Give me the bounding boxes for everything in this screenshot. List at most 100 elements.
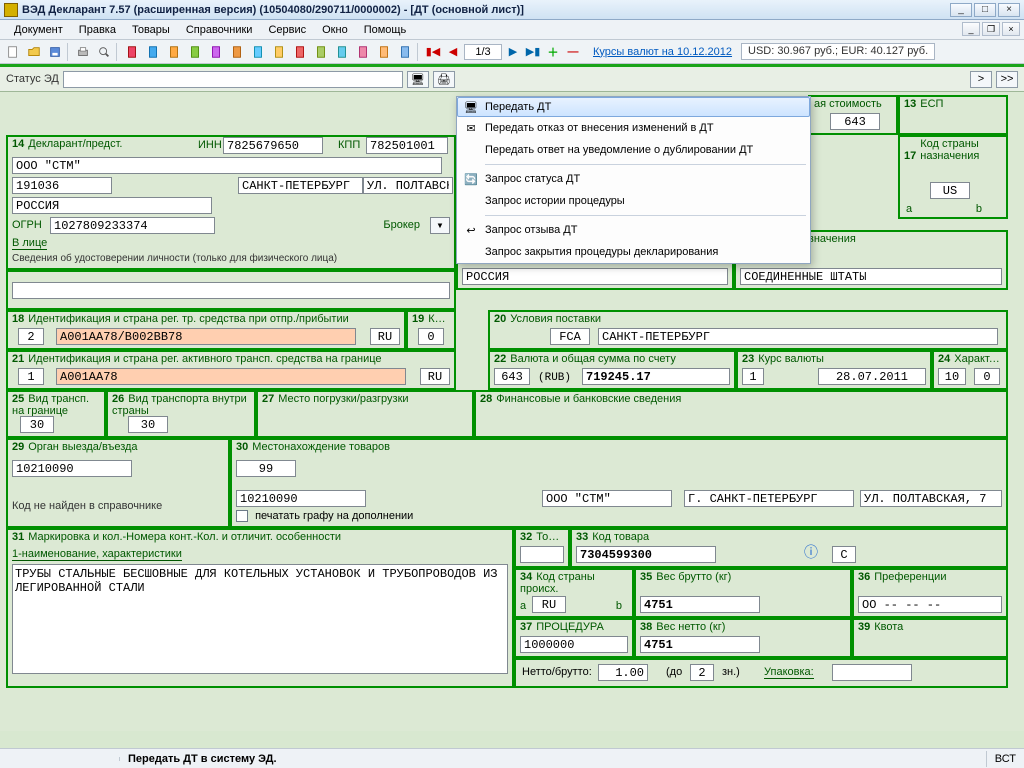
pm-recall-req[interactable]: ↩ Запрос отзыва ДТ [457, 219, 810, 241]
del-page-icon[interactable]: — [564, 43, 582, 61]
cell19-input[interactable] [418, 328, 444, 345]
cell22-val3[interactable] [582, 368, 730, 385]
menu-document[interactable]: Документ [6, 22, 71, 38]
cell18-field3[interactable] [370, 328, 400, 345]
first-page-icon[interactable]: ▮◀ [424, 43, 442, 61]
tb-doc10-icon[interactable] [312, 43, 330, 61]
add-page-icon[interactable]: ＋ [544, 43, 562, 61]
tb-doc13-icon[interactable] [375, 43, 393, 61]
cell24-val1[interactable] [938, 368, 966, 385]
cell22-val1[interactable] [494, 368, 530, 385]
tb-doc11-icon[interactable] [333, 43, 351, 61]
cell32-input[interactable] [520, 546, 564, 563]
cell30-v2[interactable] [236, 490, 366, 507]
prev-page-icon[interactable]: ◀ [444, 43, 462, 61]
tb-new-icon[interactable] [4, 43, 22, 61]
cell18-field2[interactable] [56, 328, 356, 345]
cell23-val1[interactable] [742, 368, 764, 385]
ogrn-input[interactable] [50, 217, 215, 234]
do-input[interactable] [690, 664, 714, 681]
ed-status-btn1[interactable]: 🖥 [407, 71, 429, 88]
ed-status-input[interactable] [63, 71, 403, 88]
addr-input[interactable] [363, 177, 453, 194]
tb-doc7-icon[interactable] [249, 43, 267, 61]
pm-send-dup-answer[interactable]: Передать ответ на уведомление о дублиров… [457, 139, 810, 161]
postal-input[interactable] [12, 177, 112, 194]
cell24-val2[interactable] [974, 368, 1000, 385]
tb-doc14-icon[interactable] [396, 43, 414, 61]
pm-history-req[interactable]: Запрос истории процедуры [457, 190, 810, 212]
cell33-info-icon[interactable]: ⓘ [804, 542, 818, 562]
cell29-input[interactable] [12, 460, 132, 477]
menu-refs[interactable]: Справочники [178, 22, 261, 38]
close-button[interactable]: × [998, 3, 1020, 17]
tb-doc6-icon[interactable] [228, 43, 246, 61]
cell30-v3[interactable] [542, 490, 672, 507]
next-page-icon[interactable]: ▶ [504, 43, 522, 61]
pack-link[interactable]: Упаковка: [764, 666, 814, 679]
cell18-field1[interactable] [18, 328, 44, 345]
cell34-input[interactable] [532, 596, 566, 613]
identity-input[interactable] [12, 282, 450, 299]
rates-link[interactable]: Курсы валют на 10.12.2012 [593, 46, 732, 58]
inperson-link[interactable]: В лице [12, 237, 47, 250]
mdi-restore-button[interactable]: ❐ [982, 22, 1000, 36]
cell33-sub[interactable] [832, 546, 856, 563]
company-input[interactable] [12, 157, 442, 174]
cell21-field2[interactable] [56, 368, 406, 385]
pm-send-dt[interactable]: 🖥 Передать ДТ [457, 97, 810, 117]
pm-send-refuse[interactable]: ✉ Передать отказ от внесения изменений в… [457, 117, 810, 139]
ed-nav-last[interactable]: >> [996, 71, 1018, 88]
cell33-input[interactable] [576, 546, 716, 563]
tb-open-icon[interactable] [25, 43, 43, 61]
cell20-val2[interactable] [598, 328, 998, 345]
cell30-checkbox[interactable] [236, 510, 248, 522]
last-page-icon[interactable]: ▶▮ [524, 43, 542, 61]
mdi-minimize-button[interactable]: _ [962, 22, 980, 36]
cell17-input[interactable] [740, 268, 1002, 285]
tb-preview-icon[interactable] [95, 43, 113, 61]
maximize-button[interactable]: □ [974, 3, 996, 17]
netto-input[interactable] [598, 664, 648, 681]
tb-doc8-icon[interactable] [270, 43, 288, 61]
cell30-v1[interactable] [236, 460, 296, 477]
inn-input[interactable] [223, 137, 323, 151]
menu-window[interactable]: Окно [314, 22, 356, 38]
tb-doc5-icon[interactable] [207, 43, 225, 61]
cell26-input[interactable] [128, 416, 168, 433]
mdi-close-button[interactable]: × [1002, 22, 1020, 36]
city-input[interactable] [238, 177, 363, 194]
country-input[interactable] [12, 197, 212, 214]
cell30-v4[interactable] [684, 490, 854, 507]
cell35-input[interactable] [640, 596, 760, 613]
cell37-input[interactable] [520, 636, 628, 653]
tb-doc9-icon[interactable] [291, 43, 309, 61]
pack-input[interactable] [832, 664, 912, 681]
broker-button[interactable]: ▾ [430, 217, 450, 234]
cell31-text[interactable] [12, 564, 508, 674]
esp-top-input[interactable] [830, 113, 880, 130]
kpp-input[interactable] [366, 137, 448, 151]
menu-edit[interactable]: Правка [71, 22, 124, 38]
cell21-field1[interactable] [18, 368, 44, 385]
menu-goods[interactable]: Товары [124, 22, 178, 38]
ed-status-btn2[interactable]: 🖨 [433, 71, 455, 88]
cell21-field3[interactable] [420, 368, 450, 385]
tb-doc2-icon[interactable] [144, 43, 162, 61]
tb-save-icon[interactable] [46, 43, 64, 61]
menu-help[interactable]: Помощь [356, 22, 415, 38]
cell31-sublink[interactable]: 1-наименование, характеристики [12, 548, 182, 561]
minimize-button[interactable]: _ [950, 3, 972, 17]
menu-service[interactable]: Сервис [260, 22, 314, 38]
page-counter[interactable]: 1/3 [464, 44, 502, 60]
cell30-v5[interactable] [860, 490, 1002, 507]
ed-nav-prev[interactable]: > [970, 71, 992, 88]
tb-print-icon[interactable] [74, 43, 92, 61]
cell17-code-input[interactable] [930, 182, 970, 199]
pm-close-req[interactable]: Запрос закрытия процедуры декларирования [457, 241, 810, 263]
tb-doc4-icon[interactable] [186, 43, 204, 61]
cell16-input[interactable] [462, 268, 728, 285]
pm-status-req[interactable]: 🔄 Запрос статуса ДТ [457, 168, 810, 190]
tb-doc1-icon[interactable] [123, 43, 141, 61]
cell20-val1[interactable] [550, 328, 590, 345]
